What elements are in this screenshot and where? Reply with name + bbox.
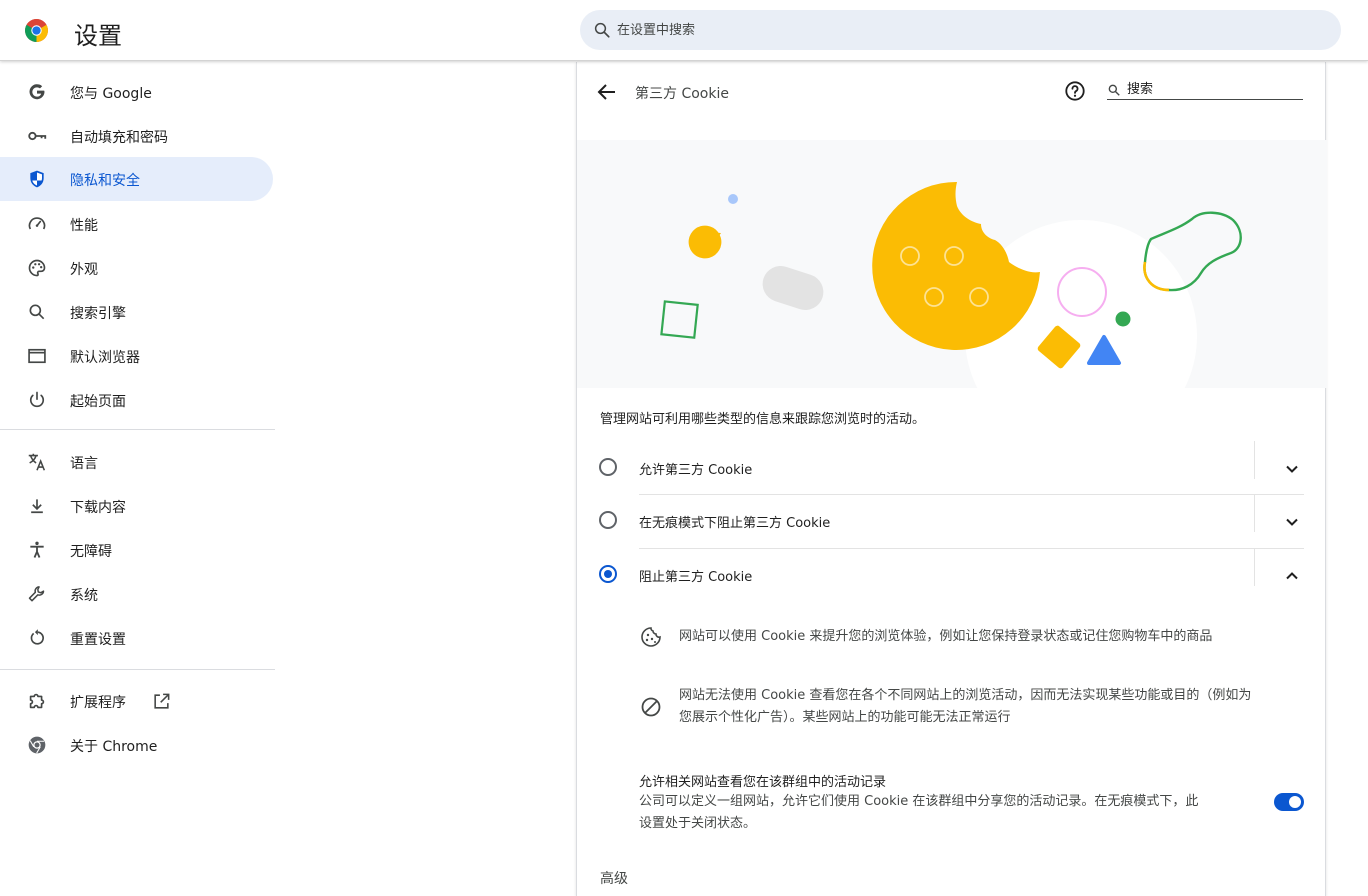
sidebar-item-label: 默认浏览器 bbox=[70, 350, 140, 366]
sidebar-item-about-chrome[interactable]: 关于 Chrome bbox=[0, 723, 273, 767]
third-party-cookie-page: 第三方 Cookie 搜索 管理网站可利用哪些类型的信息来跟踪您浏览时的活动。 … bbox=[576, 62, 1327, 896]
subpage-search-field[interactable] bbox=[1107, 80, 1303, 100]
detail-cookie-usage: 网站可以使用 Cookie 来提升您的浏览体验，例如让您保持登录状态或记住您购物… bbox=[639, 624, 1304, 654]
settings-search-input[interactable] bbox=[617, 20, 1297, 40]
reset-icon bbox=[26, 627, 48, 649]
option-allow-third-party[interactable]: 允许第三方 Cookie bbox=[577, 441, 1327, 494]
translate-icon bbox=[26, 451, 48, 473]
shield-icon bbox=[26, 168, 48, 190]
radio-allow-third-party[interactable] bbox=[599, 458, 617, 476]
sidebar-item-label: 自动填充和密码 bbox=[70, 130, 168, 146]
subpage-search-input[interactable] bbox=[1127, 80, 1297, 98]
detail-text-line1: 网站无法使用 Cookie 查看您在各个不同网站上的浏览活动，因而无法实现某些功… bbox=[679, 688, 1252, 703]
option-divider bbox=[1254, 494, 1255, 532]
option-label: 阻止第三方 Cookie bbox=[639, 570, 753, 585]
search-icon bbox=[26, 301, 48, 323]
sidebar-item-downloads[interactable]: 下载内容 bbox=[0, 484, 273, 528]
search-icon bbox=[594, 22, 610, 38]
sidebar-item-label: 关于 Chrome bbox=[70, 739, 158, 755]
option-label: 在无痕模式下阻止第三方 Cookie bbox=[639, 516, 831, 531]
option-label: 允许第三方 Cookie bbox=[639, 463, 753, 478]
related-sites-title: 允许相关网站查看您在该群组中的活动记录 bbox=[639, 775, 887, 790]
option-block-third-party[interactable]: 阻止第三方 Cookie bbox=[577, 548, 1327, 601]
sidebar: 您与 Google 自动填充和密码 隐私和安全 性能 外观 搜索引擎 默认浏览器… bbox=[0, 62, 275, 896]
advanced-section-heading: 高级 bbox=[600, 871, 628, 887]
sidebar-item-label: 您与 Google bbox=[70, 86, 152, 102]
sidebar-item-autofill[interactable]: 自动填充和密码 bbox=[0, 114, 273, 158]
sidebar-item-label: 性能 bbox=[70, 218, 98, 234]
related-sites-desc-line1: 公司可以定义一组网站，允许它们使用 Cookie 在该群组中分享您的活动记录。在… bbox=[639, 794, 1199, 809]
sidebar-item-reset[interactable]: 重置设置 bbox=[0, 616, 273, 660]
sidebar-item-extensions[interactable]: 扩展程序 bbox=[0, 679, 273, 723]
sidebar-item-accessibility[interactable]: 无障碍 bbox=[0, 528, 273, 572]
sidebar-divider bbox=[0, 429, 275, 430]
related-sites-setting: 允许相关网站查看您在该群组中的活动记录 公司可以定义一组网站，允许它们使用 Co… bbox=[639, 768, 1304, 838]
wrench-icon bbox=[26, 583, 48, 605]
open-in-new-icon bbox=[154, 693, 170, 709]
sidebar-item-label: 搜索引擎 bbox=[70, 306, 126, 322]
page-title: 第三方 Cookie bbox=[635, 86, 729, 102]
chevron-down-icon[interactable] bbox=[1280, 457, 1304, 481]
page-description: 管理网站可利用哪些类型的信息来跟踪您浏览时的活动。 bbox=[600, 412, 926, 427]
sidebar-item-label: 起始页面 bbox=[70, 394, 126, 410]
sidebar-item-label: 隐私和安全 bbox=[70, 173, 140, 189]
detail-text-line2: 您展示个性化广告）。某些网站上的功能可能无法正常运行 bbox=[679, 710, 1011, 725]
sidebar-item-label: 重置设置 bbox=[70, 632, 126, 648]
related-sites-toggle[interactable] bbox=[1274, 793, 1304, 811]
sidebar-item-on-startup[interactable]: 起始页面 bbox=[0, 378, 273, 422]
radio-block-third-party[interactable] bbox=[599, 565, 617, 583]
radio-block-incognito[interactable] bbox=[599, 511, 617, 529]
cookie-illustration bbox=[577, 140, 1327, 388]
chrome-icon bbox=[26, 734, 48, 756]
puzzle-icon bbox=[26, 690, 48, 712]
browser-window-icon bbox=[26, 345, 48, 367]
top-header: 设置 bbox=[0, 0, 1368, 61]
sidebar-item-appearance[interactable]: 外观 bbox=[0, 246, 273, 290]
app-title: 设置 bbox=[74, 22, 122, 50]
help-icon[interactable] bbox=[1064, 80, 1086, 102]
related-sites-desc: 公司可以定义一组网站，允许它们使用 Cookie 在该群组中分享您的活动记录。在… bbox=[639, 791, 1259, 835]
cookie-icon bbox=[641, 627, 661, 647]
related-sites-desc-line2: 设置处于关闭状态。 bbox=[639, 816, 757, 831]
sidebar-item-system[interactable]: 系统 bbox=[0, 572, 273, 616]
download-icon bbox=[26, 495, 48, 517]
detail-cookie-blocked: 网站无法使用 Cookie 查看您在各个不同网站上的浏览活动，因而无法实现某些功… bbox=[639, 682, 1304, 730]
power-icon bbox=[26, 389, 48, 411]
sidebar-divider bbox=[0, 669, 275, 670]
option-divider bbox=[1254, 548, 1255, 586]
speedometer-icon bbox=[26, 213, 48, 235]
chevron-down-icon[interactable] bbox=[1280, 510, 1304, 534]
sidebar-item-label: 无障碍 bbox=[70, 544, 112, 560]
sidebar-item-label: 语言 bbox=[70, 456, 98, 472]
chrome-logo-icon bbox=[25, 19, 48, 42]
sidebar-item-label: 扩展程序 bbox=[70, 695, 126, 711]
search-icon bbox=[1108, 84, 1120, 96]
sidebar-item-label: 系统 bbox=[70, 588, 98, 604]
settings-search-box[interactable] bbox=[580, 10, 1341, 50]
back-arrow-icon[interactable] bbox=[595, 80, 619, 104]
sidebar-item-languages[interactable]: 语言 bbox=[0, 440, 273, 484]
sidebar-item-search-engine[interactable]: 搜索引擎 bbox=[0, 290, 273, 334]
subpage-header: 第三方 Cookie bbox=[577, 62, 1327, 122]
option-divider bbox=[1254, 441, 1255, 479]
accessibility-icon bbox=[26, 539, 48, 561]
key-icon bbox=[26, 125, 48, 147]
sidebar-item-privacy-security[interactable]: 隐私和安全 bbox=[0, 157, 273, 201]
sidebar-item-default-browser[interactable]: 默认浏览器 bbox=[0, 334, 273, 378]
chevron-up-icon[interactable] bbox=[1280, 564, 1304, 588]
palette-icon bbox=[26, 257, 48, 279]
sidebar-item-performance[interactable]: 性能 bbox=[0, 202, 273, 246]
sidebar-item-label: 下载内容 bbox=[70, 500, 126, 516]
block-icon bbox=[641, 697, 661, 717]
google-icon bbox=[26, 81, 48, 103]
sidebar-item-label: 外观 bbox=[70, 262, 98, 278]
sidebar-item-you-and-google[interactable]: 您与 Google bbox=[0, 70, 273, 114]
detail-text: 网站可以使用 Cookie 来提升您的浏览体验，例如让您保持登录状态或记住您购物… bbox=[679, 629, 1213, 644]
option-block-incognito[interactable]: 在无痕模式下阻止第三方 Cookie bbox=[577, 494, 1327, 547]
